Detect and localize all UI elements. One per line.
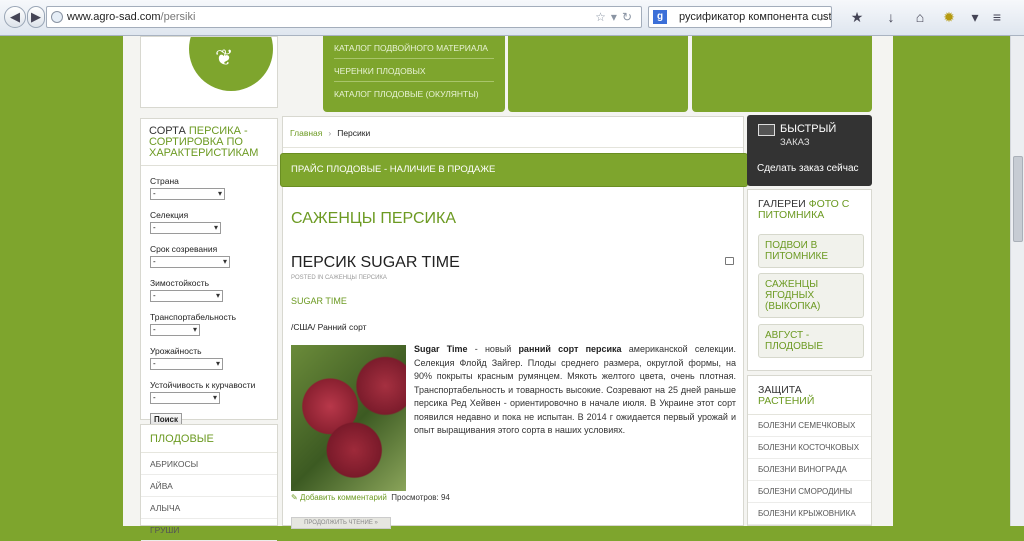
gallery-panel: ГАЛЕРЕИ ФОТО С ПИТОМНИКА ПОДВОИ В ПИТОМН… <box>747 189 872 371</box>
breadcrumb: Главная › Персики <box>283 117 743 148</box>
search-icon[interactable]: ⌕ <box>820 7 827 27</box>
envelope-icon <box>758 124 775 136</box>
print-icon[interactable] <box>725 257 734 265</box>
downloads-icon[interactable]: ↓ <box>880 6 902 28</box>
quick-order-cta[interactable]: Сделать заказ сейчас <box>757 163 859 174</box>
price-list-banner[interactable]: ПРАЙС ПЛОДОВЫЕ - НАЛИЧИЕ В ПРОДАЖЕ <box>280 153 748 187</box>
forward-button[interactable]: ▶ <box>27 6 45 28</box>
filter-select-ripening[interactable]: - <box>150 256 230 268</box>
filter-label-hardiness: Зимостойкость <box>150 278 210 288</box>
plant-protection-panel: ЗАЩИТА РАСТЕНИЙ БОЛЕЗНИ СЕМЕЧКОВЫХ БОЛЕЗ… <box>747 375 872 526</box>
add-comment-icon: ✎ <box>291 493 300 502</box>
gallery-item-august[interactable]: АВГУСТ - ПЛОДОВЫЕ <box>758 324 864 358</box>
filter-label-ripening: Срок созревания <box>150 244 218 254</box>
top-menu: КАТАЛОГ ПОДВОЙНОГО МАТЕРИАЛА ЧЕРЕНКИ ПЛО… <box>323 36 505 112</box>
google-icon[interactable]: g <box>653 10 667 24</box>
fruit-item-apricots[interactable]: АБРИКОСЫ <box>141 453 277 475</box>
breadcrumb-current: Персики <box>337 128 371 138</box>
top-menu-box-2 <box>508 36 688 112</box>
fruits-title: ПЛОДОВЫЕ <box>141 425 277 453</box>
url-host: www.agro-sad.com <box>67 11 161 23</box>
protection-title-b: РАСТЕНИЙ <box>758 395 815 407</box>
peach-photo <box>291 345 406 491</box>
breadcrumb-home[interactable]: Главная <box>290 128 322 138</box>
protection-item-currant[interactable]: БОЛЕЗНИ СМОРОДИНЫ <box>748 481 871 503</box>
protection-title: ЗАЩИТА РАСТЕНИЙ <box>748 376 871 415</box>
address-bar[interactable]: www.agro-sad.com/persiki ☆▾↻ <box>46 6 642 28</box>
addon-gear-icon[interactable]: ✹ <box>938 6 960 28</box>
filter-select-transportability[interactable]: - <box>150 324 200 336</box>
add-comment-link[interactable]: Добавить комментарий <box>300 493 387 502</box>
variety-name: Sugar Time <box>414 344 468 354</box>
leaf-icon: ❦ <box>215 45 234 70</box>
read-more-button[interactable]: ПРОДОЛЖИТЬ ЧТЕНИЕ » <box>291 517 391 529</box>
protection-item-pome[interactable]: БОЛЕЗНИ СЕМЕЧКОВЫХ <box>748 415 871 437</box>
home-icon[interactable]: ⌂ <box>909 6 931 28</box>
menu-item-rootstock[interactable]: КАТАЛОГ ПОДВОЙНОГО МАТЕРИАЛА <box>334 36 494 59</box>
url-path: /persiki <box>160 11 196 23</box>
top-menu-box-3 <box>692 36 872 112</box>
article-body: Sugar Time - новый ранний сорт персика а… <box>414 343 736 438</box>
filter-label-transportability: Транспортабельность <box>150 312 237 322</box>
fruit-item-pears[interactable]: ГРУШИ <box>141 519 277 541</box>
scrollbar-thumb[interactable] <box>1013 156 1023 242</box>
filter-title: СОРТА ПЕРСИКА - СОРТИРОВКА ПО ХАРАКТЕРИС… <box>141 119 277 166</box>
filter-select-yield[interactable]: - <box>150 358 223 370</box>
article-text-2: американской селекции. Селекция Флойд За… <box>414 344 736 435</box>
filter-label-yield: Урожайность <box>150 346 202 356</box>
gallery-item-rootstock[interactable]: ПОДВОИ В ПИТОМНИКЕ <box>758 234 864 268</box>
views-count: Просмотров: 94 <box>391 493 450 502</box>
menu-icon[interactable]: ≡ <box>986 6 1008 28</box>
page-scrollbar[interactable] <box>1010 36 1024 526</box>
gallery-item-berries[interactable]: САЖЕНЦЫ ЯГОДНЫХ (ВЫКОПКА) <box>758 273 864 318</box>
quick-order-panel[interactable]: БЫСТРЫЙ ЗАКАЗ Сделать заказ сейчас <box>747 115 872 186</box>
bookmark-star-icon[interactable]: ☆▾↻ <box>595 7 637 27</box>
browser-toolbar: ◀ ▶ www.agro-sad.com/persiki ☆▾↻ g русиф… <box>0 0 1024 36</box>
filter-select-hardiness[interactable]: - <box>150 290 223 302</box>
menu-item-catalog[interactable]: КАТАЛОГ ПЛОДОВЫЕ (ОКУЛЯНТЫ) <box>334 82 494 104</box>
article-country: /США/ Ранний сорт <box>291 322 367 332</box>
quick-order-subtitle: ЗАКАЗ <box>780 137 810 148</box>
breadcrumb-separator-icon: › <box>328 128 332 138</box>
protection-item-gooseberry[interactable]: БОЛЕЗНИ КРЫЖОВНИКА <box>748 503 871 525</box>
fruit-item-cherry-plum[interactable]: АЛЫЧА <box>141 497 277 519</box>
search-bar[interactable]: g русификатор компонента custom ⌕ <box>648 6 832 28</box>
main-content: Главная › Персики ПРАЙС ПЛОДОВЫЕ - НАЛИЧИЕ… <box>280 116 748 529</box>
category-title: САЖЕНЦЫ ПЕРСИКА <box>291 210 457 227</box>
back-button[interactable]: ◀ <box>4 6 26 28</box>
filter-label-selection: Селекция <box>150 210 189 220</box>
bookmarks-icon[interactable]: ★ <box>846 6 868 28</box>
addon-icon[interactable]: ▾ <box>964 6 986 28</box>
menu-item-cuttings[interactable]: ЧЕРЕНКИ ПЛОДОВЫХ <box>334 59 494 82</box>
filter-label-curl-resistance: Устойчивость к курчавости <box>150 380 256 390</box>
article-text-1: - новый <box>467 344 519 354</box>
protection-item-grape[interactable]: БОЛЕЗНИ ВИНОГРАДА <box>748 459 871 481</box>
article-title[interactable]: ПЕРСИК SUGAR TIME <box>291 254 460 272</box>
fruit-item-quince[interactable]: АЙВА <box>141 475 277 497</box>
quick-order-title: БЫСТРЫЙ <box>780 123 837 135</box>
protection-item-stone[interactable]: БОЛЕЗНИ КОСТОЧКОВЫХ <box>748 437 871 459</box>
fruits-panel: ПЛОДОВЫЕ АБРИКОСЫ АЙВА АЛЫЧА ГРУШИ <box>140 424 278 541</box>
gallery-title: ГАЛЕРЕИ ФОТО С ПИТОМНИКА <box>748 190 871 221</box>
filter-select-country[interactable]: - <box>150 188 225 200</box>
variety-filter-panel: СОРТА ПЕРСИКА - СОРТИРОВКА ПО ХАРАКТЕРИС… <box>140 118 278 427</box>
globe-icon <box>51 11 63 23</box>
comments-row: ✎ Добавить комментарий Просмотров: 94 <box>291 493 450 502</box>
article-subtitle: SUGAR TIME <box>291 296 347 306</box>
site-logo[interactable]: ❦ <box>140 36 278 108</box>
posted-in: POSTED IN САЖЕНЦЫ ПЕРСИКА <box>291 275 387 281</box>
search-query: русификатор компонента custom <box>679 11 832 23</box>
article-bold-2: ранний сорт персика <box>518 344 622 354</box>
filter-select-selection[interactable]: - <box>150 222 221 234</box>
filter-select-curl-resistance[interactable]: - <box>150 392 220 404</box>
filter-label-country: Страна <box>150 176 179 186</box>
